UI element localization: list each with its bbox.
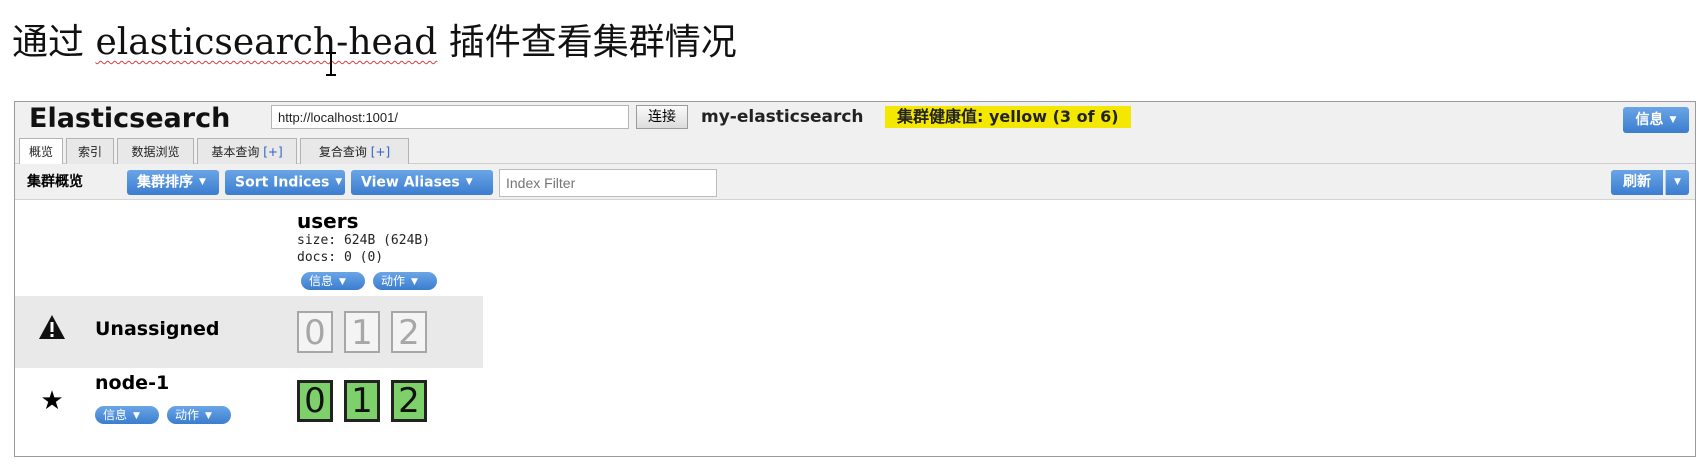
cluster-health-badge: 集群健康值: yellow (3 of 6) — [885, 106, 1131, 128]
primary-shard[interactable]: 0 — [297, 380, 333, 422]
warning-icon — [37, 314, 67, 347]
tab-expand-toggle[interactable]: [+] — [263, 145, 282, 159]
unassigned-row: Unassigned 0 1 2 — [15, 296, 483, 368]
tab-label: 索引 — [77, 145, 102, 159]
chevron-down-icon: ▼ — [339, 276, 346, 287]
toolbar-title: 集群概览 — [27, 174, 83, 190]
button-label: View Aliases — [361, 174, 460, 191]
chevron-down-icon: ▼ — [205, 410, 212, 421]
primary-shard[interactable]: 1 — [344, 380, 380, 422]
tab-compound-query[interactable]: 复合查询 [+] — [300, 138, 409, 164]
button-label: 集群排序 — [137, 174, 193, 191]
button-label: 信息 — [309, 274, 334, 288]
tab-indices[interactable]: 索引 — [66, 138, 114, 164]
chevron-down-icon: ▼ — [1669, 115, 1677, 125]
star-icon: ★ — [40, 386, 64, 416]
index-size: size: 624B (624B) — [297, 233, 431, 248]
tab-label: 概览 — [28, 145, 53, 159]
index-filter-input[interactable] — [499, 169, 717, 197]
unassigned-label: Unassigned — [95, 318, 220, 340]
index-header: users size: 624B (624B) docs: 0 (0) — [297, 210, 430, 266]
tab-label: 基本查询 — [211, 145, 260, 159]
index-name: users — [297, 209, 359, 233]
chevron-down-icon: ▼ — [133, 410, 140, 421]
connect-button[interactable]: 连接 — [636, 105, 688, 129]
unassigned-shard[interactable]: 0 — [297, 311, 333, 353]
button-label: 动作 — [381, 274, 406, 288]
elasticsearch-head-window: Elasticsearch 连接 my-elasticsearch 集群健康值:… — [14, 101, 1696, 457]
button-label: 信息 — [103, 408, 128, 422]
cluster-name: my-elasticsearch — [701, 107, 864, 127]
page-heading: 通过 elasticsearch-head 插件查看集群情况 — [12, 18, 737, 68]
tab-basic-query[interactable]: 基本查询 [+] — [197, 138, 297, 164]
index-info-button[interactable]: 信息 ▼ — [301, 272, 365, 290]
sort-indices-button[interactable]: Sort Indices ▼ — [225, 170, 345, 195]
index-docs: docs: 0 (0) — [297, 250, 384, 265]
chevron-down-icon: ▼ — [335, 177, 343, 187]
app-title: Elasticsearch — [29, 103, 231, 134]
text-cursor-icon — [326, 52, 336, 76]
node-row: ★ node-1 信息 ▼ 动作 ▼ 0 1 2 — [15, 368, 483, 438]
chevron-down-icon: ▼ — [411, 276, 418, 287]
tab-label: 复合查询 — [318, 145, 367, 159]
primary-shard[interactable]: 2 — [391, 380, 427, 422]
app-header: Elasticsearch 连接 my-elasticsearch 集群健康值:… — [15, 102, 1695, 165]
tab-expand-toggle[interactable]: [+] — [371, 145, 390, 159]
cluster-url-input[interactable] — [271, 105, 629, 129]
heading-suffix: 插件查看集群情况 — [437, 22, 737, 63]
heading-prefix: 通过 — [12, 22, 96, 63]
chevron-down-icon: ▼ — [465, 177, 473, 187]
heading-highlighted-term: elasticsearch-head — [95, 22, 438, 63]
node-action-button[interactable]: 动作 ▼ — [167, 406, 231, 424]
chevron-down-icon: ▼ — [1674, 177, 1681, 187]
overview-toolbar: 集群概览 集群排序 ▼ Sort Indices ▼ View Aliases ▼ 刷… — [15, 164, 1695, 200]
button-label: Sort Indices — [235, 174, 330, 191]
tab-browser[interactable]: 数据浏览 — [117, 138, 194, 164]
view-aliases-button[interactable]: View Aliases ▼ — [351, 170, 493, 195]
refresh-button[interactable]: 刷新 — [1611, 170, 1663, 195]
chevron-down-icon: ▼ — [199, 177, 206, 187]
info-menu-button[interactable]: 信息 ▼ — [1623, 107, 1689, 133]
refresh-options-button[interactable]: ▼ — [1665, 170, 1689, 195]
unassigned-shard[interactable]: 2 — [391, 311, 427, 353]
tab-overview[interactable]: 概览 — [19, 138, 63, 165]
tab-label: 数据浏览 — [131, 145, 180, 159]
unassigned-shard[interactable]: 1 — [344, 311, 380, 353]
node-info-button[interactable]: 信息 ▼ — [95, 406, 159, 424]
info-menu-label: 信息 — [1635, 112, 1664, 128]
sort-cluster-button[interactable]: 集群排序 ▼ — [127, 170, 219, 195]
button-label: 动作 — [175, 408, 200, 422]
index-action-button[interactable]: 动作 ▼ — [373, 272, 437, 290]
node-name: node-1 — [95, 372, 170, 394]
